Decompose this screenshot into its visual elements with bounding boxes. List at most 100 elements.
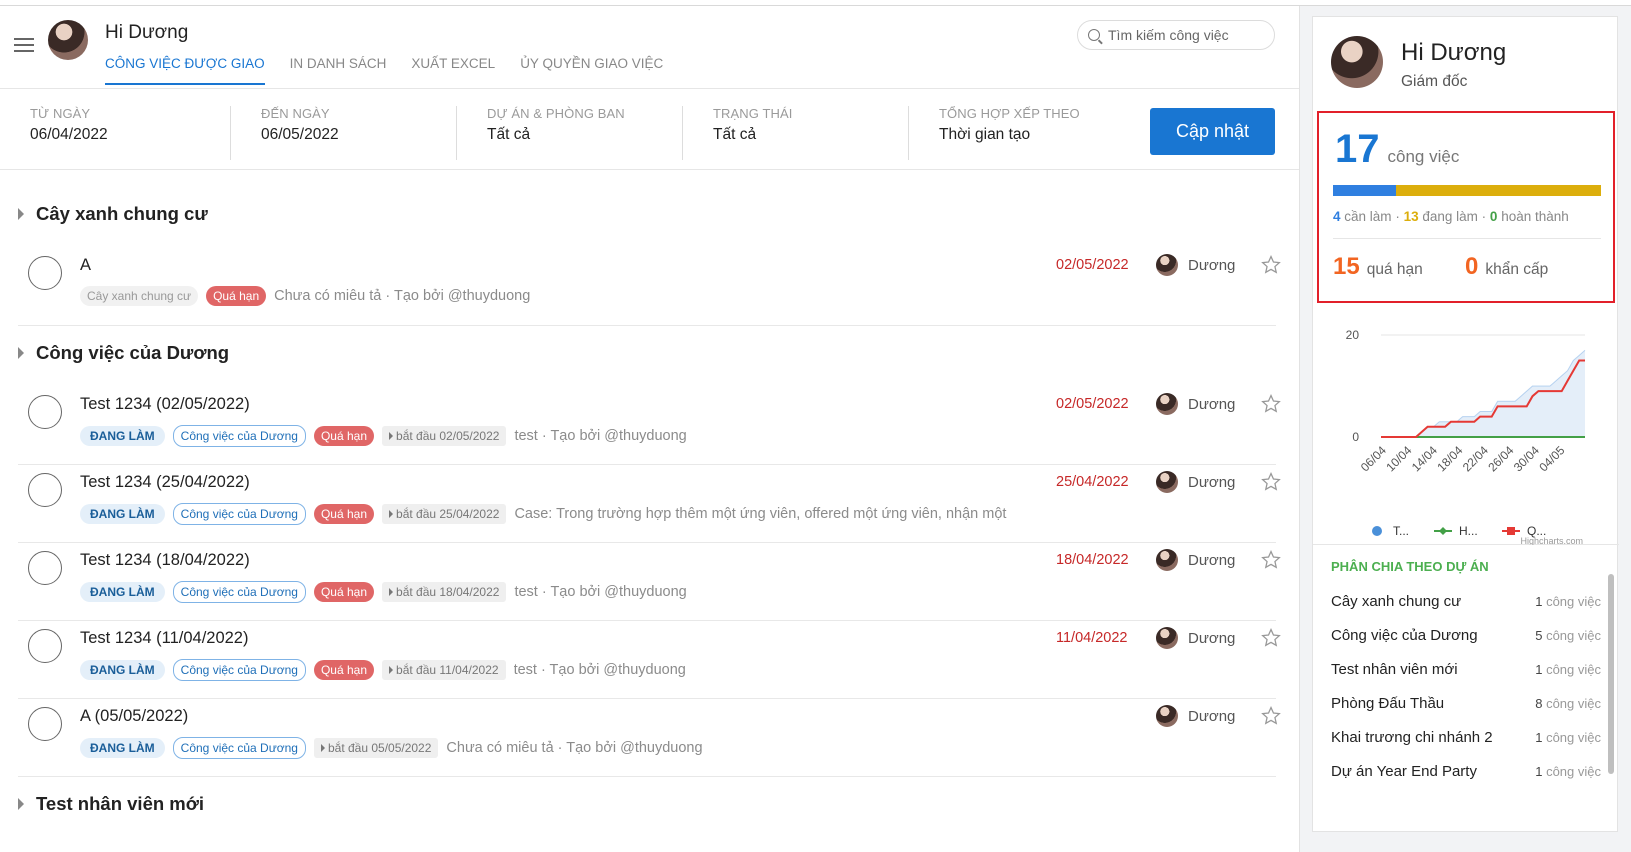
task-title[interactable]: Test 1234 (11/04/2022) [80, 629, 248, 648]
legend-label: H... [1459, 524, 1478, 538]
tab-assigned-tasks[interactable]: CÔNG VIỆC ĐƯỢC GIAO [105, 56, 265, 85]
task-title[interactable]: Test 1234 (18/04/2022) [80, 551, 250, 570]
filter-to-date[interactable]: ĐẾN NGÀY 06/05/2022 [230, 106, 456, 160]
project-tag[interactable]: Cây xanh chung cư [80, 286, 199, 306]
task-title[interactable]: A (05/05/2022) [80, 707, 188, 726]
start-date-tag: bắt đầu 05/05/2022 [313, 738, 439, 758]
filter-value: Thời gian tạo [939, 126, 1031, 143]
filter-project[interactable]: DỰ ÁN & PHÒNG BAN Tất cả [456, 106, 682, 160]
filter-sort[interactable]: TỔNG HỢP XẾP THEO Thời gian tạo [908, 106, 1134, 160]
assignee[interactable]: Dương [1156, 549, 1235, 571]
project-row[interactable]: Test nhân viên mới 1 công việc [1331, 661, 1601, 678]
project-tag[interactable]: Công việc của Dương [172, 425, 306, 447]
x-tick-label: 22/04 [1460, 443, 1491, 474]
overdue-stat[interactable]: 15 quá hạn [1333, 253, 1423, 281]
project-tag[interactable]: Công việc của Dương [172, 581, 306, 603]
assignee-avatar [1156, 254, 1178, 276]
task-title[interactable]: A [80, 256, 91, 275]
task-meta: ĐANG LÀM Công việc của Dương Quá hạn bắt… [80, 425, 687, 447]
assignee[interactable]: Dương [1156, 705, 1235, 727]
project-row[interactable]: Cây xanh chung cư 1 công việc [1331, 593, 1601, 610]
search-input[interactable] [1108, 27, 1258, 43]
overdue-badge: Quá hạn [313, 582, 375, 602]
project-tag[interactable]: Công việc của Dương [172, 659, 306, 681]
tab-print-list[interactable]: IN DANH SÁCH [290, 56, 387, 85]
star-icon[interactable] [1260, 471, 1282, 493]
due-date: 25/04/2022 [1056, 474, 1129, 490]
group-header[interactable]: Cây xanh chung cư [18, 203, 208, 225]
filter-label: TRẠNG THÁI [713, 106, 793, 121]
complete-checkbox[interactable] [28, 629, 62, 663]
play-icon [389, 432, 394, 440]
task-title[interactable]: Test 1234 (02/05/2022) [80, 395, 250, 414]
assignee[interactable]: Dương [1156, 627, 1235, 649]
task-row[interactable]: A Cây xanh chung cư Quá hạn Chưa có miêu… [18, 248, 1281, 326]
expand-triangle-icon [18, 347, 24, 359]
project-row[interactable]: Phòng Đấu Thầu 8 công việc [1331, 695, 1601, 712]
complete-checkbox[interactable] [28, 473, 62, 507]
filter-value: 06/04/2022 [30, 126, 108, 143]
project-tag[interactable]: Công việc của Dương [172, 737, 306, 759]
done-label: hoàn thành [1501, 209, 1569, 224]
expand-triangle-icon [18, 798, 24, 810]
urgent-count: 0 [1465, 253, 1479, 280]
play-icon [389, 666, 394, 674]
star-icon[interactable] [1260, 254, 1282, 276]
trend-chart: 0 20 06/04 10/04 14/04 18/04 22/04 26/04 30/04 04… [1313, 317, 1619, 545]
assignee[interactable]: Dương [1156, 254, 1235, 276]
star-icon[interactable] [1260, 549, 1282, 571]
star-icon[interactable] [1260, 705, 1282, 727]
star-icon[interactable] [1260, 627, 1282, 649]
progress-bar [1333, 185, 1601, 196]
due-date: 18/04/2022 [1056, 552, 1129, 568]
task-row[interactable]: Test 1234 (18/04/2022) ĐANG LÀM Công việ… [18, 543, 1281, 621]
filter-status[interactable]: TRẠNG THÁI Tất cả [682, 106, 908, 160]
assignee[interactable]: Dương [1156, 471, 1235, 493]
start-date-tag: bắt đầu 02/05/2022 [382, 426, 507, 446]
task-description: Chưa có miêu tả · Tạo bởi @thuyduong [446, 740, 703, 756]
x-tick-label: 26/04 [1485, 443, 1516, 474]
tab-bar: CÔNG VIỆC ĐƯỢC GIAO IN DANH SÁCH XUẤT EX… [105, 56, 688, 85]
complete-checkbox[interactable] [28, 551, 62, 585]
project-row[interactable]: Khai trương chi nhánh 2 1 công việc [1331, 729, 1601, 746]
filter-value: 06/05/2022 [261, 126, 339, 143]
task-row[interactable]: Test 1234 (25/04/2022) ĐANG LÀM Công việ… [18, 465, 1281, 543]
start-date-tag: bắt đầu 18/04/2022 [382, 582, 507, 602]
assignee[interactable]: Dương [1156, 393, 1235, 415]
project-row[interactable]: Dự án Year End Party 1 công việc [1331, 763, 1601, 780]
group-header[interactable]: Test nhân viên mới [18, 793, 204, 815]
user-avatar[interactable] [48, 20, 88, 60]
project-name: Test nhân viên mới [1331, 661, 1458, 678]
profile-avatar[interactable] [1331, 36, 1383, 88]
group-name: Cây xanh chung cư [36, 203, 208, 224]
start-date-text: bắt đầu 18/04/2022 [396, 585, 500, 599]
tab-delegate[interactable]: ỦY QUYỀN GIAO VIỆC [520, 56, 663, 85]
task-row[interactable]: Test 1234 (02/05/2022) ĐANG LÀM Công việ… [18, 387, 1281, 465]
task-title[interactable]: Test 1234 (25/04/2022) [80, 473, 250, 492]
complete-checkbox[interactable] [28, 256, 62, 290]
legend-marker [1372, 526, 1382, 536]
urgent-stat[interactable]: 0 khẩn cấp [1465, 253, 1548, 281]
expand-triangle-icon [18, 208, 24, 220]
x-tick-label: 04/05 [1536, 443, 1567, 474]
filter-from-date[interactable]: TỪ NGÀY 06/04/2022 [0, 106, 230, 160]
project-row[interactable]: Công việc của Dương 5 công việc [1331, 627, 1601, 644]
due-date: 02/05/2022 [1056, 396, 1129, 412]
progress-doing-segment [1395, 185, 1601, 196]
complete-checkbox[interactable] [28, 395, 62, 429]
search-box[interactable] [1077, 20, 1275, 50]
tab-export-excel[interactable]: XUẤT EXCEL [411, 56, 495, 85]
update-button[interactable]: Cập nhật [1150, 108, 1275, 155]
group-header[interactable]: Công việc của Dương [18, 342, 229, 364]
overdue-badge: Quá hạn [313, 660, 375, 680]
menu-icon[interactable] [14, 38, 34, 52]
project-name: Cây xanh chung cư [1331, 593, 1462, 610]
panel-scrollbar[interactable] [1608, 574, 1614, 774]
assignee-avatar [1156, 627, 1178, 649]
status-badge: ĐANG LÀM [80, 738, 165, 758]
complete-checkbox[interactable] [28, 707, 62, 741]
task-row[interactable]: A (05/05/2022) ĐANG LÀM Công việc của Dư… [18, 699, 1281, 777]
project-tag[interactable]: Công việc của Dương [172, 503, 306, 525]
task-row[interactable]: Test 1234 (11/04/2022) ĐANG LÀM Công việ… [18, 621, 1281, 699]
star-icon[interactable] [1260, 393, 1282, 415]
